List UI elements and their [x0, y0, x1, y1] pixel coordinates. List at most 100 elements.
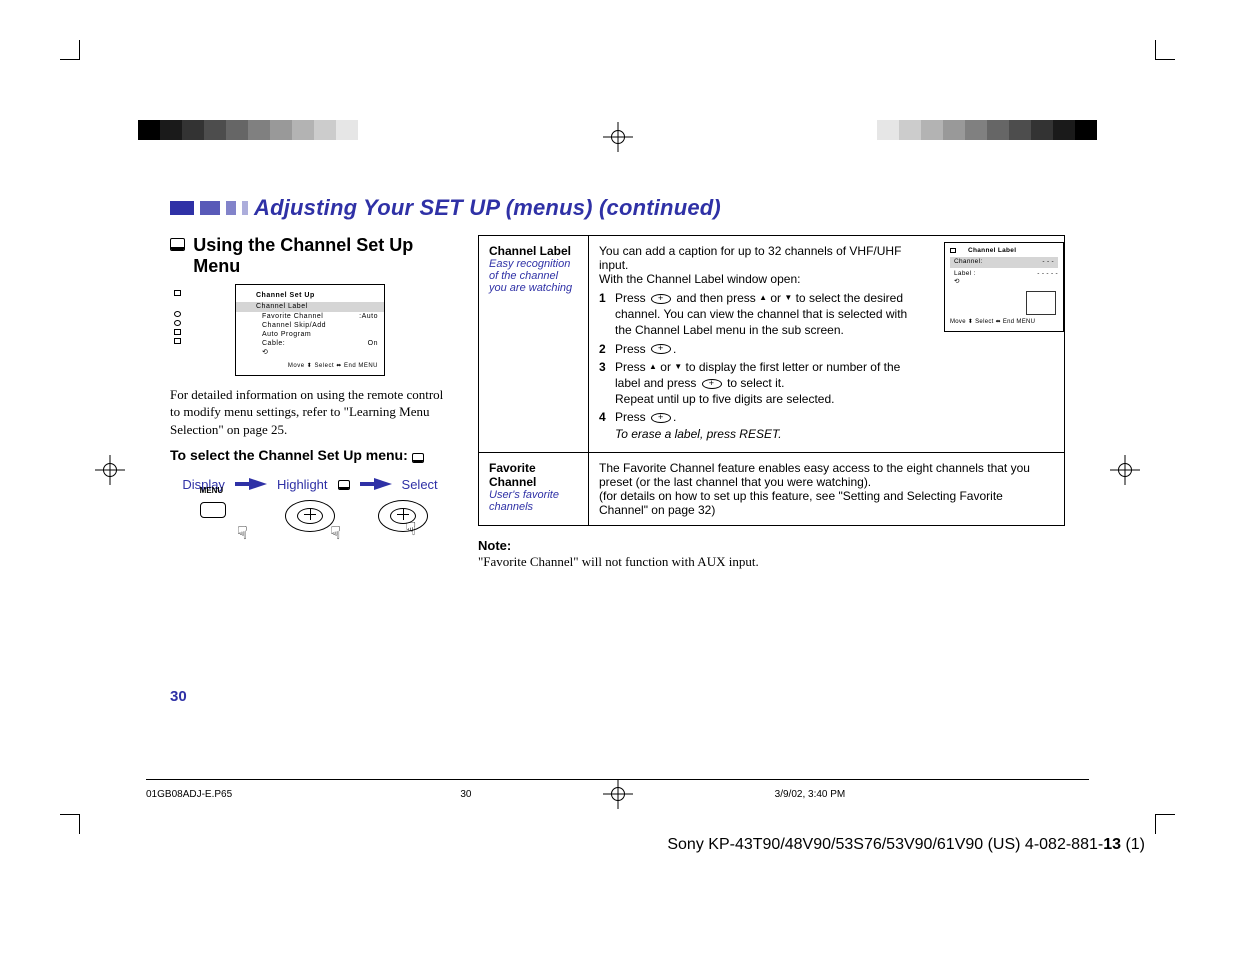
tv-icon: [412, 453, 424, 463]
up-arrow-icon: [759, 291, 767, 305]
osd-title: Channel Set Up: [242, 291, 378, 300]
down-arrow-icon: [674, 360, 682, 374]
osd-footer: Move ⬍ Select ⬌ End MENU: [242, 363, 378, 371]
desc-text: With the Channel Label window open:: [599, 272, 924, 286]
graybar-cell: [182, 120, 204, 140]
graybar-cell: [987, 120, 1009, 140]
crop-mark: [1155, 814, 1175, 834]
hand-icon: ☟: [405, 519, 416, 540]
right-column: Channel Label Easy recognition of the ch…: [478, 235, 1065, 705]
crop-mark: [60, 40, 80, 60]
graybar-cell: [204, 120, 226, 140]
graybar-cell: [226, 120, 248, 140]
sub-screen-icon: [1026, 291, 1056, 315]
calibration-bar: [855, 120, 1097, 140]
arrow-icon: [235, 482, 249, 486]
table-row: Favorite Channel User's favorite channel…: [479, 452, 1065, 525]
footer-stamp: 3/9/02, 3:40 PM: [775, 789, 1089, 800]
footer-rule: [146, 779, 1089, 780]
graybar-cell: [314, 120, 336, 140]
desc-text: You can add a caption for up to 32 chann…: [599, 244, 924, 272]
graybar-cell: [292, 120, 314, 140]
remote-menu-button-icon: MENU ☟: [190, 498, 244, 538]
remote-select-icon: [651, 344, 671, 354]
document-id: Sony KP-43T90/48V90/53S76/53V90/61V90 (U…: [0, 836, 1235, 854]
graybar-cell: [248, 120, 270, 140]
steps-list: 1Press and then press or to select the d…: [599, 290, 924, 442]
registration-mark-icon: [95, 455, 125, 485]
hand-icon: ☟: [237, 523, 248, 544]
graybar-cell: [270, 120, 292, 140]
registration-mark-icon: [603, 122, 633, 152]
osd-row: ⟲: [242, 348, 378, 357]
graybar-cell: [138, 120, 160, 140]
osd-row: Auto Program: [242, 330, 378, 339]
tv-icon: [170, 238, 185, 251]
remote-select-icon: [702, 379, 722, 389]
graybar-cell: [855, 120, 877, 140]
osd-row: Favorite Channel:Auto: [242, 312, 378, 321]
crop-mark: [60, 814, 80, 834]
page-title-row: Adjusting Your SET UP (menus) (continued…: [170, 195, 1065, 221]
remote-dpad-icon: ☟: [283, 498, 337, 538]
graybar-cell: [965, 120, 987, 140]
note-body: "Favorite Channel" will not function wit…: [478, 553, 1065, 571]
up-arrow-icon: [649, 360, 657, 374]
graybar-cell: [877, 120, 899, 140]
desc-text: (for details on how to set up this featu…: [599, 489, 1054, 517]
osd-icon: [950, 248, 956, 253]
flow-step: Select: [402, 477, 438, 492]
page-content: Adjusting Your SET UP (menus) (continued…: [170, 195, 1065, 774]
mini-osd: Channel Label Channel:- - - Label :- - -…: [944, 242, 1064, 332]
feature-table: Channel Label Easy recognition of the ch…: [478, 235, 1065, 526]
osd-icon: [174, 290, 181, 296]
flow-step: Highlight: [277, 477, 328, 492]
hint: Easy recognition of the channel you are …: [489, 258, 578, 294]
term: Channel Label: [489, 244, 578, 258]
intro-text: For detailed information on using the re…: [170, 386, 450, 439]
title-stripe-icon: [226, 201, 236, 215]
remote-dpad-icon: ☟: [376, 498, 430, 538]
term: Favorite Channel: [489, 461, 578, 489]
graybar-cell: [943, 120, 965, 140]
section-heading-text: Using the Channel Set Up Menu: [193, 235, 450, 276]
graybar-cell: [899, 120, 921, 140]
osd-icon: [174, 338, 181, 344]
graybar-cell: [1009, 120, 1031, 140]
arrow-icon: [249, 478, 267, 490]
remote-select-icon: [651, 294, 671, 304]
hand-icon: ☟: [330, 523, 341, 544]
table-row: Channel Label Easy recognition of the ch…: [479, 236, 1065, 453]
graybar-cell: [336, 120, 358, 140]
footer-page: 30: [460, 789, 774, 800]
section-heading: Using the Channel Set Up Menu: [170, 235, 450, 276]
page-number: 30: [170, 688, 450, 705]
osd-row: Cable:On: [242, 339, 378, 348]
graybar-cell: [1031, 120, 1053, 140]
page-title: Adjusting Your SET UP (menus) (continued…: [254, 195, 721, 221]
footer: 01GB08ADJ-E.P65 30 3/9/02, 3:40 PM: [146, 789, 1089, 800]
graybar-cell: [358, 120, 380, 140]
desc-text: The Favorite Channel feature enables eas…: [599, 461, 1054, 489]
arrow-icon: [360, 482, 374, 486]
graybar-cell: [160, 120, 182, 140]
osd-icon: [174, 311, 181, 317]
graybar-cell: [1053, 120, 1075, 140]
registration-mark-icon: [1110, 455, 1140, 485]
remote-diagram-row: MENU ☟ ☟ ☟: [170, 498, 450, 538]
graybar-cell: [921, 120, 943, 140]
osd-icon: [174, 320, 181, 326]
title-stripe-icon: [170, 201, 194, 215]
hint: User's favorite channels: [489, 489, 578, 513]
osd-icon: [174, 329, 181, 335]
remote-select-icon: [651, 413, 671, 423]
arrow-icon: [374, 478, 392, 490]
title-stripe-icon: [200, 201, 220, 215]
tv-icon: [338, 480, 350, 490]
title-stripe-icon: [242, 201, 248, 215]
select-heading: To select the Channel Set Up menu:: [170, 446, 450, 464]
osd-highlight-row: Channel Label: [236, 302, 384, 311]
calibration-bar: [138, 120, 380, 140]
note-heading: Note:: [478, 538, 1065, 553]
graybar-cell: [1075, 120, 1097, 140]
